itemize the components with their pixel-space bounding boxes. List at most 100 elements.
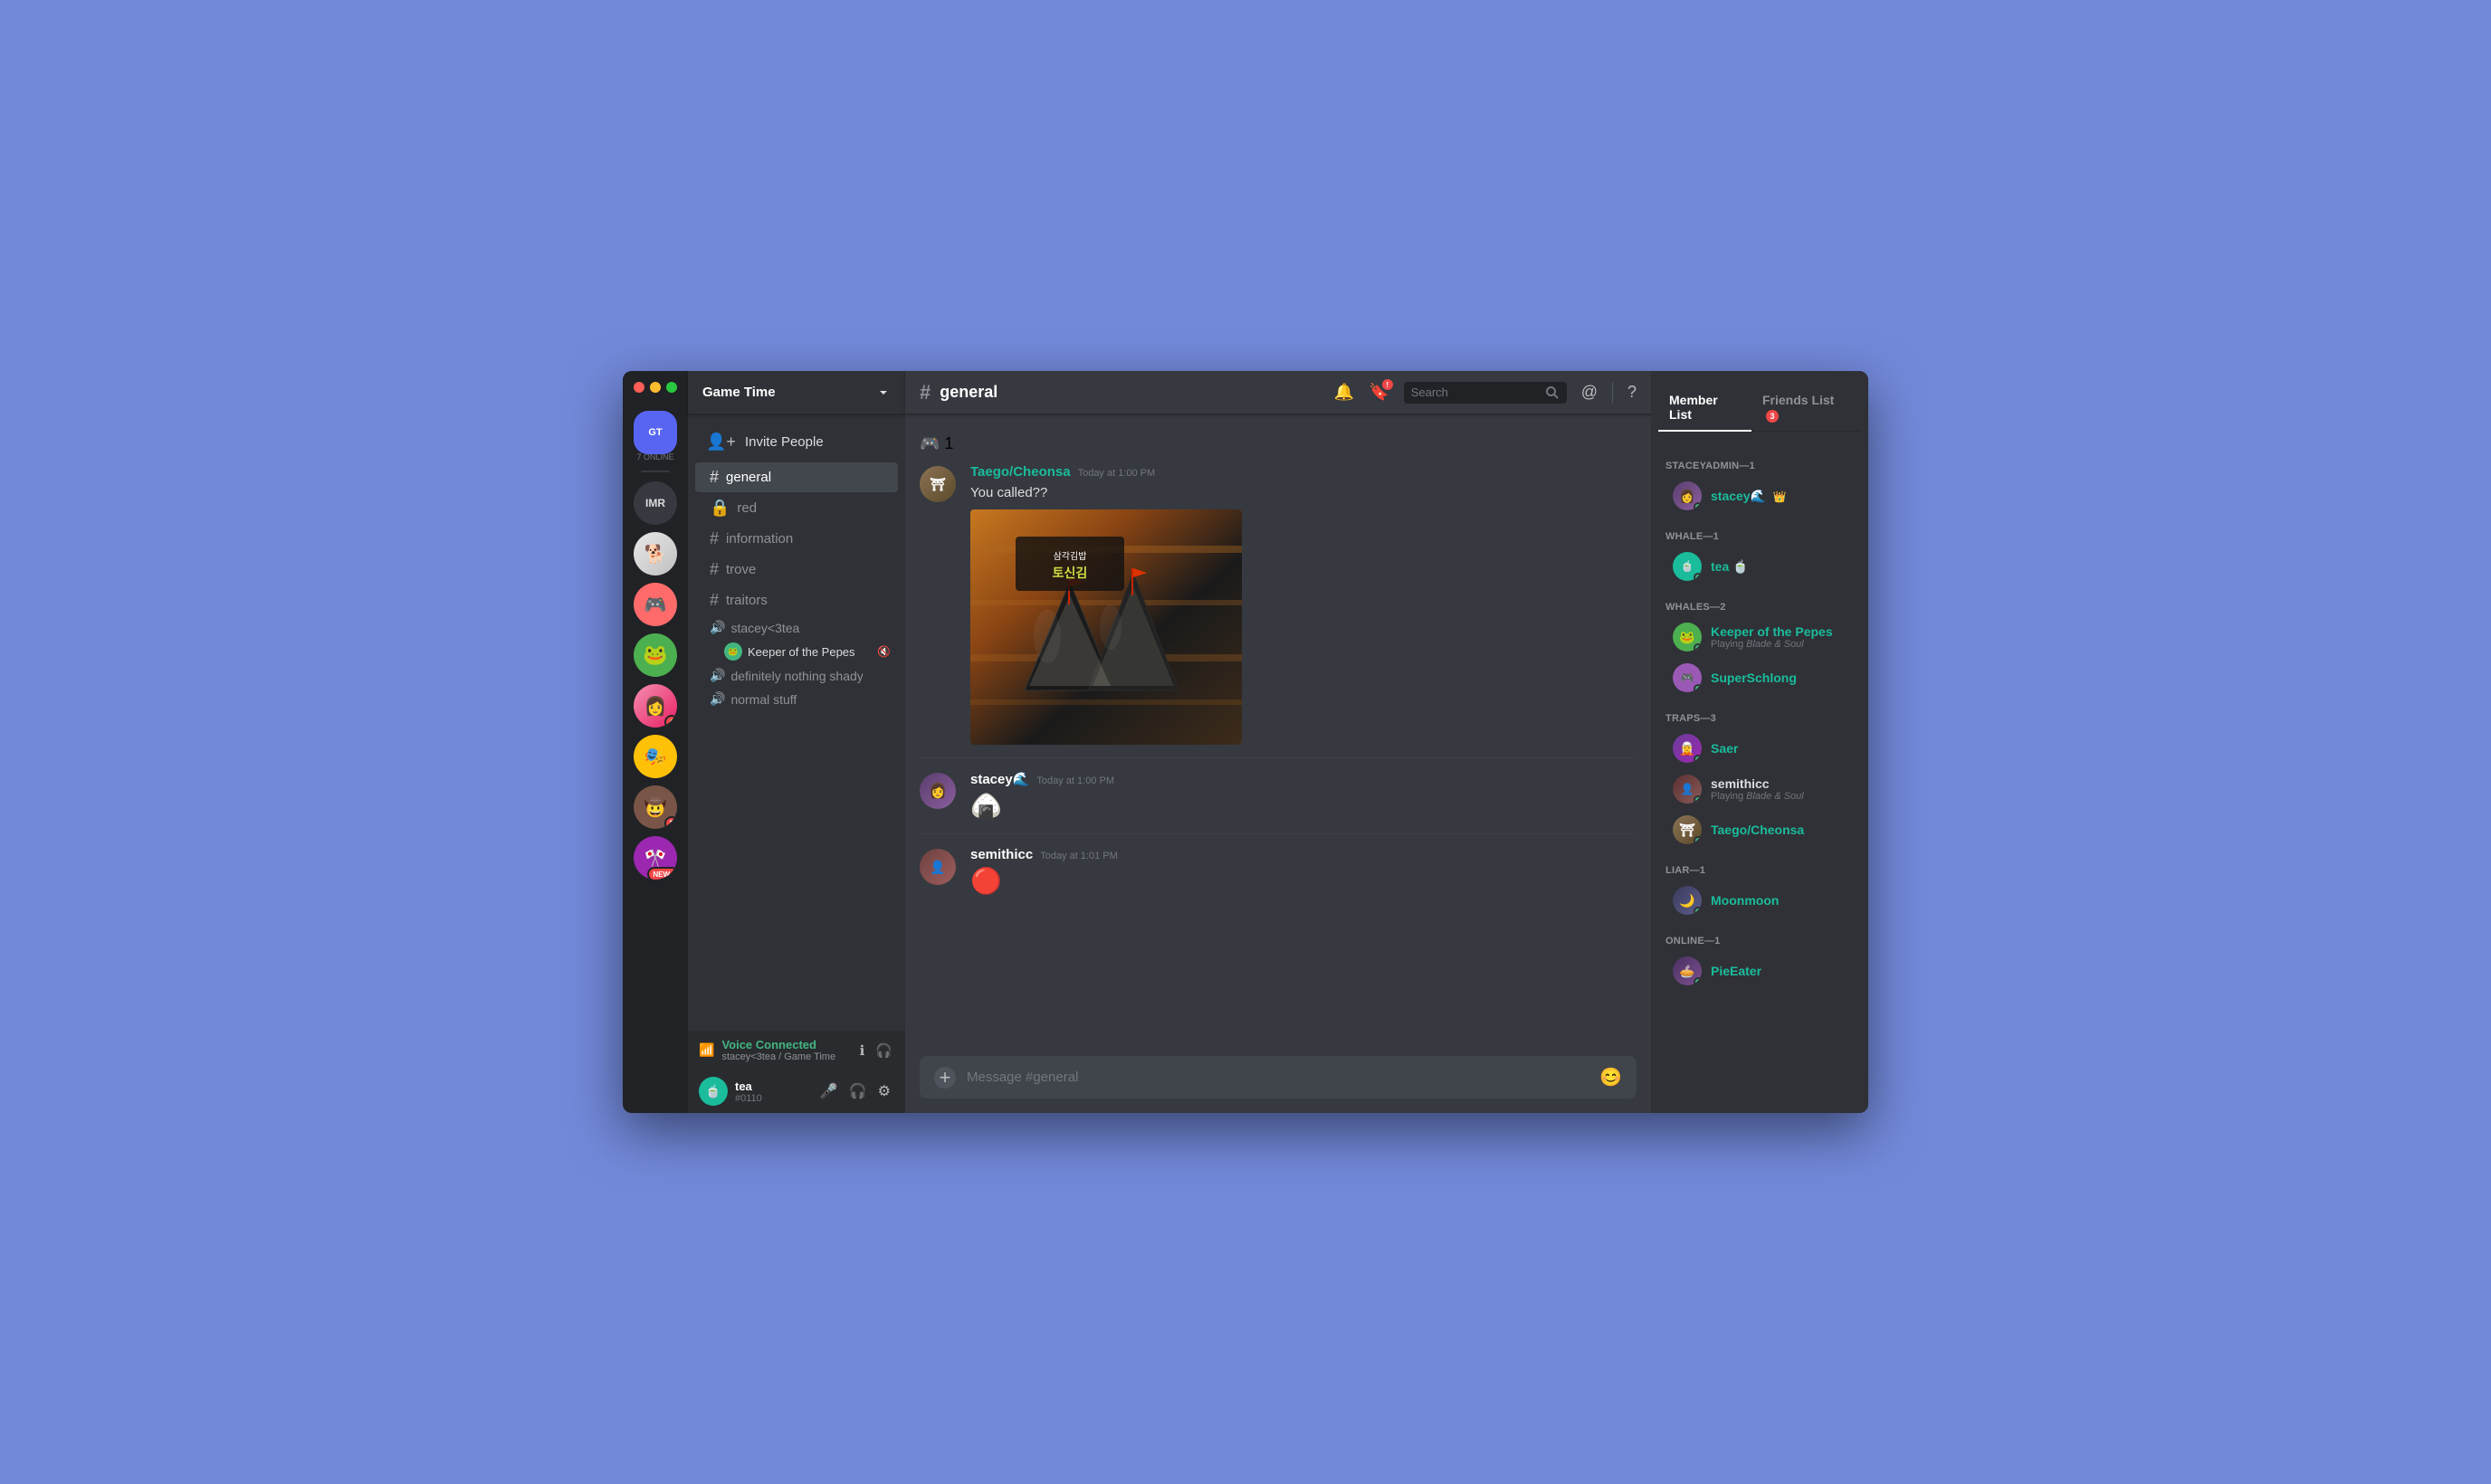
avatar-stacey: 👩 bbox=[920, 773, 956, 809]
voice-channel-normal-name: normal stuff bbox=[730, 692, 797, 707]
user-panel: 🍵 tea #0110 🎤 🎧 ⚙ bbox=[688, 1070, 905, 1113]
search-placeholder: Search bbox=[1411, 385, 1540, 399]
member-item-tea[interactable]: 🍵 tea 🍵 bbox=[1658, 547, 1861, 586]
member-avatar-saer: 🧝 bbox=[1673, 734, 1702, 763]
member-info-superschlong: SuperSchlong bbox=[1711, 671, 1854, 685]
member-info-moonmoon: Moonmoon bbox=[1711, 893, 1854, 908]
channel-hash-icon: # bbox=[920, 381, 931, 404]
voice-channel-stacey3tea[interactable]: 🔊 stacey<3tea bbox=[695, 616, 898, 639]
user-name: tea bbox=[735, 1080, 762, 1093]
notification-bell-icon[interactable]: 🔔 bbox=[1334, 383, 1354, 402]
header-divider bbox=[1612, 382, 1613, 404]
member-item-stacey[interactable]: 👩 stacey🌊 👑 bbox=[1658, 476, 1861, 516]
voice-connected-status: Voice Connected bbox=[721, 1038, 835, 1051]
speaker-icon-2: 🔊 bbox=[710, 668, 725, 683]
channel-title: general bbox=[940, 383, 997, 402]
avatar-taego: ⛩ bbox=[920, 466, 956, 502]
user-panel-left: 🍵 tea #0110 bbox=[699, 1077, 762, 1106]
close-button[interactable] bbox=[634, 382, 644, 393]
server-icon-yellow[interactable]: 🎭 bbox=[634, 735, 677, 778]
server-icon-cat[interactable]: 🎮 bbox=[634, 583, 677, 626]
channel-item-general[interactable]: # general bbox=[695, 462, 898, 492]
message-author-3: semithicc bbox=[970, 847, 1033, 862]
partial-emoji: 🎮 1 bbox=[920, 434, 953, 453]
maximize-button[interactable] bbox=[666, 382, 677, 393]
avatar-semithicc: 👤 bbox=[920, 849, 956, 885]
message-content-3: semithicc Today at 1:01 PM 🔴 bbox=[970, 847, 1637, 896]
member-list-tabs: Member List Friends List 3 bbox=[1658, 385, 1861, 432]
voice-headset-button[interactable]: 🎧 bbox=[873, 1041, 894, 1061]
microphone-button[interactable]: 🎤 bbox=[816, 1080, 842, 1102]
chat-header: # general 🔔 🔖 ! Search bbox=[905, 371, 1651, 414]
server-icon-imr[interactable]: IMR bbox=[634, 481, 677, 525]
message-group-2: 👩 stacey🌊 Today at 1:00 PM 🍙 bbox=[905, 766, 1651, 826]
channel-name-traitors: traitors bbox=[726, 593, 768, 608]
message-timestamp-3: Today at 1:01 PM bbox=[1040, 851, 1118, 861]
tab-friends-list[interactable]: Friends List 3 bbox=[1751, 385, 1861, 432]
server-name-bar[interactable]: Game Time bbox=[688, 371, 905, 414]
channel-item-traitors[interactable]: # traitors bbox=[695, 585, 898, 615]
voice-sub-user-keeper[interactable]: 🐸 Keeper of the Pepes 🔇 bbox=[695, 640, 898, 663]
member-avatar-stacey: 👩 bbox=[1673, 481, 1702, 510]
server-icon-girl[interactable]: 👩 4 bbox=[634, 684, 677, 728]
channel-list: 👤+ Invite People # general 🔒 red # infor… bbox=[688, 414, 905, 1031]
message-content-1: Taego/Cheonsa Today at 1:00 PM You calle… bbox=[970, 464, 1637, 745]
crown-icon: 👑 bbox=[1773, 490, 1787, 503]
voice-channel-shady[interactable]: 🔊 definitely nothing shady bbox=[695, 664, 898, 687]
chat-header-left: # general bbox=[920, 381, 997, 404]
section-header-whales2: WHALES—2 bbox=[1651, 587, 1868, 616]
voice-channel-name: stacey<3tea bbox=[730, 621, 799, 635]
server-icon-hat[interactable]: 🤠 2 bbox=[634, 785, 677, 829]
message-content-2: stacey🌊 Today at 1:00 PM 🍙 bbox=[970, 771, 1637, 821]
channel-item-trove[interactable]: # trove bbox=[695, 555, 898, 585]
voice-connected-channel: stacey<3tea / Game Time bbox=[721, 1051, 835, 1062]
member-avatar-taego: ⛩ bbox=[1673, 815, 1702, 844]
voice-connected-bar: 📶 Voice Connected stacey<3tea / Game Tim… bbox=[688, 1031, 905, 1070]
channel-name-general: general bbox=[726, 470, 771, 485]
message-group-3: 👤 semithicc Today at 1:01 PM 🔴 bbox=[905, 842, 1651, 901]
main-area: # general 🔔 🔖 ! Search bbox=[905, 371, 1651, 1113]
server-icon-gametime[interactable]: GT bbox=[634, 411, 677, 454]
help-icon[interactable]: ? bbox=[1627, 383, 1637, 402]
message-author-1: Taego/Cheonsa bbox=[970, 464, 1071, 480]
mention-icon[interactable]: @ bbox=[1581, 383, 1598, 402]
invite-people-button[interactable]: 👤+ Invite People bbox=[695, 425, 898, 459]
search-bar[interactable]: Search bbox=[1404, 382, 1567, 404]
server-divider bbox=[641, 471, 670, 472]
member-avatar-semithicc: 👤 bbox=[1673, 775, 1702, 804]
section-header-liar: LIAR—1 bbox=[1651, 851, 1868, 880]
voice-channel-normal[interactable]: 🔊 normal stuff bbox=[695, 688, 898, 710]
channel-item-red[interactable]: 🔒 red bbox=[695, 493, 898, 523]
server-icon-pepe[interactable]: 🐸 bbox=[634, 633, 677, 677]
member-item-semithicc[interactable]: 👤 semithicc Playing Blade & Soul bbox=[1658, 769, 1861, 809]
add-person-icon: 👤+ bbox=[706, 433, 736, 452]
member-item-superschlong[interactable]: 🎮 SuperSchlong bbox=[1658, 658, 1861, 698]
server-icon-anime[interactable]: 🎌 NEW↓ bbox=[634, 836, 677, 880]
settings-button[interactable]: ⚙ bbox=[874, 1080, 894, 1102]
member-item-pieeater[interactable]: 🥧 PieEater bbox=[1658, 951, 1861, 991]
member-status-pieeater bbox=[1694, 977, 1702, 985]
member-item-saer[interactable]: 🧝 Saer bbox=[1658, 728, 1861, 768]
tab-member-list[interactable]: Member List bbox=[1658, 385, 1751, 432]
member-name-moonmoon: Moonmoon bbox=[1711, 893, 1854, 908]
section-header-online: ONLINE—1 bbox=[1651, 921, 1868, 950]
member-info-tea: tea 🍵 bbox=[1711, 559, 1854, 575]
message-emoji-3: 🔴 bbox=[970, 866, 1637, 896]
voice-info-button[interactable]: ℹ bbox=[858, 1041, 867, 1061]
headphones-button[interactable]: 🎧 bbox=[845, 1080, 871, 1102]
voice-user-avatar-keeper: 🐸 bbox=[724, 642, 742, 661]
member-name-pieeater: PieEater bbox=[1711, 964, 1854, 978]
bookmark-icon[interactable]: 🔖 ! bbox=[1369, 383, 1389, 402]
minimize-button[interactable] bbox=[650, 382, 661, 393]
section-header-traps: TRAPS—3 bbox=[1651, 699, 1868, 728]
channel-item-information[interactable]: # information bbox=[695, 524, 898, 554]
emoji-picker-button[interactable]: 😊 bbox=[1599, 1066, 1622, 1089]
member-avatar-moonmoon: 🌙 bbox=[1673, 886, 1702, 915]
add-attachment-button[interactable]: + bbox=[934, 1067, 956, 1089]
member-item-keeper[interactable]: 🐸 Keeper of the Pepes Playing Blade & So… bbox=[1658, 617, 1861, 657]
member-item-taego[interactable]: ⛩ Taego/Cheonsa bbox=[1658, 810, 1861, 850]
member-item-moonmoon[interactable]: 🌙 Moonmoon bbox=[1658, 880, 1861, 920]
server-icon-dog[interactable]: 🐕 bbox=[634, 532, 677, 576]
message-input[interactable] bbox=[967, 1070, 1589, 1085]
mute-icon: 🔇 bbox=[877, 645, 891, 658]
